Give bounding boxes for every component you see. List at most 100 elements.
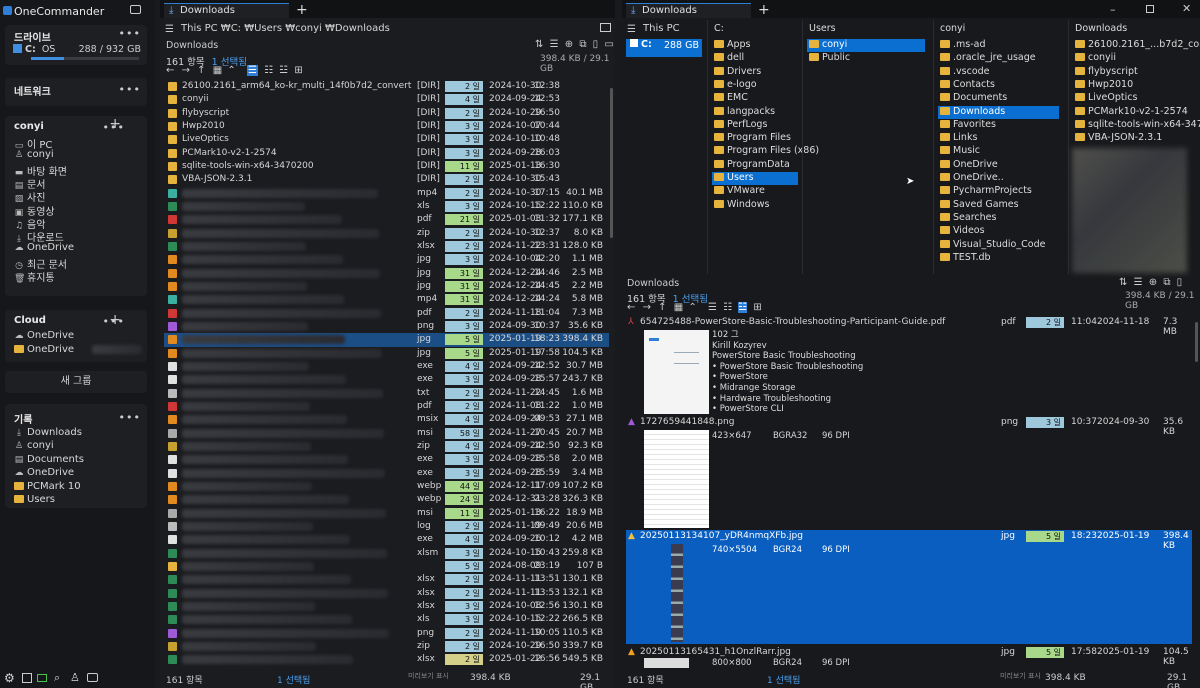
detail-item-pdf[interactable]: ⅄ 654725488-PowerStore-Basic-Troubleshoo… — [626, 316, 1192, 414]
view-list-icon[interactable]: ☷ — [723, 302, 732, 313]
copy-icon[interactable]: ⧉ — [1163, 277, 1170, 288]
history-item-0[interactable]: ⤓ Downloads — [14, 427, 82, 440]
cloud-menu-icon[interactable]: ••• — [103, 315, 125, 328]
tab-downloads-left[interactable]: ⤓ Downloads — [164, 3, 289, 18]
col1-item[interactable]: Windows — [712, 199, 798, 212]
file-icon[interactable]: ▯ — [1177, 277, 1183, 288]
col1-item[interactable]: Users — [712, 172, 798, 185]
table-row[interactable]: Hwp2010 [DIR] 3 일 2024-10-07 10:44 — [164, 120, 609, 133]
col3-item[interactable]: Favorites — [938, 119, 1059, 132]
breadcrumb-right[interactable]: This PC — [643, 23, 680, 37]
view-tree-icon[interactable]: ☳ — [738, 302, 748, 313]
table-row[interactable]: 26100.2161_arm64_ko-kr_multi_14f0b7d2_co… — [164, 80, 609, 93]
sort-icon[interactable]: ⇅ — [535, 39, 543, 50]
col4-item[interactable]: VBA-JSON-2.3.1 — [1073, 132, 1190, 145]
col4-item[interactable]: sqlite-tools-win-x64-3470200 — [1073, 119, 1200, 132]
table-row[interactable]: webp 44 일 2024-12-11 17:09 107.2 KB — [164, 480, 609, 493]
sidebar-item-10[interactable]: 🗑 휴지통 — [14, 269, 55, 284]
back-icon[interactable]: ← — [166, 65, 174, 76]
col3-item[interactable]: Music — [938, 145, 1059, 158]
view-details-icon[interactable]: ☰ — [246, 65, 258, 76]
history-item-3[interactable]: ☁ OneDrive — [14, 467, 75, 480]
col4-item[interactable]: 26100.2161_...b7d2_convert — [1073, 39, 1200, 52]
col1-item[interactable]: e-logo — [712, 79, 798, 92]
table-row[interactable]: png 2 일 2024-11-19 10:05 110.5 KB — [164, 627, 609, 640]
col3-item[interactable]: PycharmProjects — [938, 185, 1059, 198]
col1-item[interactable]: EMC — [712, 92, 798, 105]
sort-icon[interactable]: ⇅ — [1119, 277, 1127, 288]
drives-menu-icon[interactable]: ••• — [119, 27, 141, 40]
filter-icon[interactable]: ☰ — [550, 39, 559, 50]
view-tree-icon[interactable]: ☳ — [279, 65, 288, 76]
col1-item[interactable]: VMware — [712, 185, 798, 198]
cloud-item-onedrive[interactable]: ☁ OneDrive — [14, 330, 75, 343]
col2-item[interactable]: Public — [807, 52, 925, 65]
table-row[interactable]: jpg 3 일 2024-10-04 12:20 1.1 MB — [164, 253, 609, 266]
table-row[interactable]: msi 58 일 2024-11-27 10:45 20.7 MB — [164, 427, 609, 440]
table-row[interactable]: xlsm 3 일 2024-10-15 10:43 259.8 KB — [164, 547, 609, 560]
new-tab-button[interactable]: + — [296, 2, 308, 18]
calendar-icon[interactable]: ▦ — [213, 65, 222, 76]
forward-icon[interactable]: → — [643, 302, 651, 313]
columns-view-icon[interactable] — [600, 23, 611, 32]
window-icon[interactable] — [87, 673, 98, 682]
table-row[interactable]: txt 2 일 2024-11-22 14:45 1.6 MB — [164, 387, 609, 400]
table-row[interactable]: exe 3 일 2024-09-28 15:58 2.0 MB — [164, 453, 609, 466]
panel-icon[interactable] — [22, 673, 32, 683]
table-row[interactable]: png 3 일 2024-09-30 10:37 35.6 KB — [164, 320, 609, 333]
col3-item[interactable]: Searches — [938, 212, 1059, 225]
table-row[interactable]: msi 11 일 2025-01-13 16:22 18.9 MB — [164, 507, 609, 520]
table-row[interactable]: zip 4 일 2024-09-24 12:50 92.3 KB — [164, 440, 609, 453]
col1-item[interactable]: PerfLogs — [712, 119, 798, 132]
panel-toggle-icon[interactable] — [130, 5, 141, 14]
breadcrumb[interactable]: This PC ₩C: ₩Users ₩conyi ₩Downloads — [181, 23, 390, 37]
col3-item[interactable]: OneDrive.. — [938, 172, 1059, 185]
col3-item[interactable]: Downloads — [938, 105, 1059, 119]
table-row[interactable]: xlsx 2 일 2024-11-22 13:31 128.0 KB — [164, 240, 609, 253]
sidebar-item-8[interactable]: ☁ OneDrive — [14, 242, 75, 255]
table-row[interactable]: flybyscript [DIR] 2 일 2024-10-29 16:50 — [164, 107, 609, 120]
table-row[interactable]: zip 2 일 2024-10-30 12:37 8.0 KB — [164, 227, 609, 240]
sidebar-item-0[interactable]: ▭ 이 PC — [14, 136, 53, 151]
view-details-icon[interactable]: ☰ — [708, 302, 717, 313]
history-item-5[interactable]: Users — [14, 494, 55, 507]
history-item-1[interactable]: ♙ conyi — [14, 440, 54, 453]
col3-item[interactable]: Visual_Studio_Code — [938, 239, 1059, 252]
table-row[interactable]: xlsx 3 일 2024-10-08 12:56 130.1 KB — [164, 600, 609, 613]
col4-item[interactable]: conyii — [1073, 52, 1190, 65]
battery-icon[interactable] — [37, 674, 47, 682]
back-icon[interactable]: ← — [627, 302, 635, 313]
table-row[interactable]: xls 3 일 2024-10-15 12:22 110.0 KB — [164, 200, 609, 213]
tab-downloads-right[interactable]: ⤓ Downloads — [626, 3, 751, 18]
table-row[interactable]: xlsx 2 일 2025-01-22 16:56 549.5 KB — [164, 653, 609, 666]
search-icon[interactable]: ⌕ — [54, 671, 60, 685]
col3-item[interactable]: .ms-ad — [938, 39, 1059, 52]
table-row[interactable]: 5 일 2024-08-09 23:19 107 B — [164, 560, 609, 573]
history-item-2[interactable]: ▤ Documents — [14, 454, 84, 467]
maximize-button[interactable] — [1146, 5, 1154, 13]
detail-item-jpg-selected[interactable]: ▲ 20250113134107_yDR4nmqXFb.jpg jpg 5 일 … — [626, 530, 1192, 644]
menu-icon[interactable]: ☰ — [627, 24, 636, 35]
table-row[interactable]: jpg 5 일 2025-01-19 18:23 398.4 KB — [164, 333, 609, 347]
table-row[interactable]: mp4 31 일 2024-12-24 14:24 5.8 MB — [164, 293, 609, 306]
sidebar-item-3[interactable]: ▤ 문서 — [14, 176, 46, 191]
detail-item-png[interactable]: ▲ 1727659441848.png png 3 일 10:37 2024-0… — [626, 416, 1192, 528]
forward-icon[interactable]: → — [182, 65, 190, 76]
col2-item[interactable]: conyi — [807, 39, 925, 52]
table-row[interactable]: pdf 2 일 2024-11-08 11:22 1.0 MB — [164, 400, 609, 413]
col4-item[interactable]: flybyscript — [1073, 66, 1190, 79]
collapse-icon[interactable]: ⌃ — [227, 65, 235, 76]
new-group-button[interactable]: 새 그룹 — [5, 371, 147, 393]
sidebar-item-4[interactable]: ▨ 사진 — [14, 189, 46, 204]
calendar-icon[interactable]: ▦ — [674, 302, 683, 313]
table-row[interactable]: LiveOptics [DIR] 3 일 2024-10-10 10:48 — [164, 133, 609, 146]
table-row[interactable]: exe 3 일 2024-09-28 15:59 3.4 MB — [164, 467, 609, 480]
col1-item[interactable]: Program Files — [712, 132, 798, 145]
close-button[interactable]: ✕ — [1182, 2, 1191, 15]
table-row[interactable]: xls 3 일 2024-10-15 12:22 266.5 KB — [164, 613, 609, 626]
toolbar-more-icon[interactable]: ▭ — [604, 39, 613, 50]
sidebar-item-7[interactable]: ⤓ 다운로드 — [14, 229, 64, 244]
col3-item[interactable]: Videos — [938, 225, 1059, 238]
new-tab-button-right[interactable]: + — [758, 2, 770, 18]
history-menu-icon[interactable]: ••• — [119, 411, 141, 424]
